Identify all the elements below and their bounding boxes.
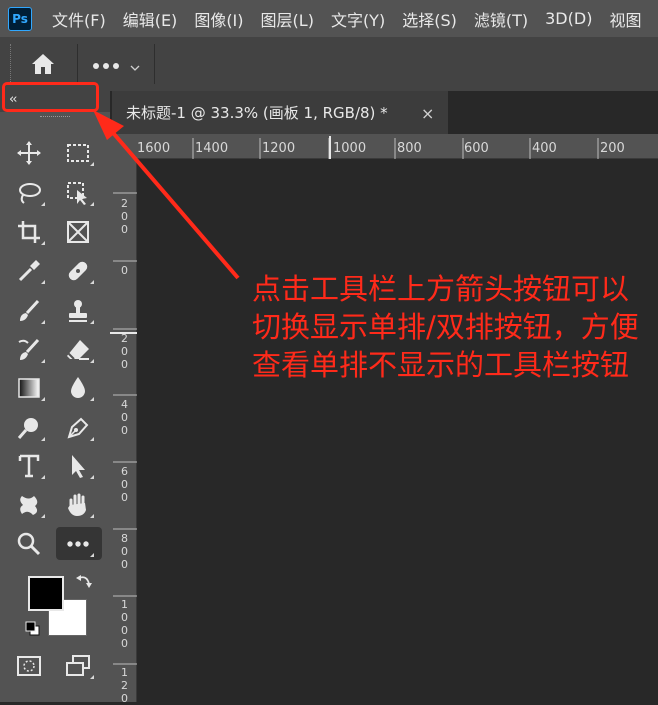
move-icon[interactable] xyxy=(13,138,45,168)
annotation-highlight-box xyxy=(2,82,99,112)
menu-layer[interactable]: 图层(L) xyxy=(261,7,314,31)
options-bar-grip[interactable] xyxy=(10,44,13,84)
menu: 文件(F) 编辑(E) 图像(I) 图层(L) 文字(Y) 选择(S) 滤镜(T… xyxy=(52,0,641,37)
submenu-indicator xyxy=(41,202,45,206)
submenu-indicator xyxy=(90,675,94,679)
menu-type[interactable]: 文字(Y) xyxy=(331,7,385,31)
options-divider xyxy=(154,44,155,84)
lasso-icon[interactable] xyxy=(13,178,45,208)
screen-mode-icon[interactable] xyxy=(62,651,94,681)
submenu-indicator xyxy=(90,437,94,441)
annotation-text: 点击工具栏上方箭头按钮可以切换显示单排/双排按钮，方便查看单排不显示的工具栏按钮 xyxy=(252,272,639,382)
eyedropper-icon[interactable] xyxy=(13,256,45,286)
ruler-label: 200 xyxy=(600,141,625,156)
submenu-indicator xyxy=(41,397,45,401)
submenu-indicator xyxy=(90,514,94,518)
crop-icon[interactable] xyxy=(13,217,45,247)
ruler-label: 1200 xyxy=(262,141,296,156)
ruler-label: 800 xyxy=(397,141,422,156)
ruler-label: 400 xyxy=(118,398,131,437)
menu-3d[interactable]: 3D(D) xyxy=(545,9,592,28)
menu-select[interactable]: 选择(S) xyxy=(402,7,457,31)
ruler-label: 1400 xyxy=(195,141,229,156)
object-select-icon[interactable] xyxy=(62,178,94,208)
brush-icon[interactable] xyxy=(13,296,45,326)
dodge-icon[interactable] xyxy=(13,413,45,443)
ruler-label: 200 xyxy=(118,197,131,236)
blur-icon[interactable] xyxy=(62,373,94,403)
submenu-indicator xyxy=(90,202,94,206)
clone-stamp-icon[interactable] xyxy=(62,296,94,326)
document-tab-title[interactable]: 未标题-1 @ 33.3% (画板 1, RGB/8) * xyxy=(126,102,388,123)
ruler-label: 800 xyxy=(118,532,131,571)
photoshop-logo: Ps xyxy=(8,7,32,31)
ruler-label: 1000 xyxy=(333,141,367,156)
submenu-indicator xyxy=(90,359,94,363)
foreground-color-swatch[interactable] xyxy=(28,576,64,611)
pen-icon[interactable] xyxy=(62,413,94,443)
ruler-label: 200 xyxy=(118,332,131,371)
close-icon[interactable]: × xyxy=(421,104,434,123)
canvas-area[interactable] xyxy=(137,159,658,702)
more-tools-icon[interactable] xyxy=(62,529,94,559)
tool-panel-grip[interactable] xyxy=(40,116,70,119)
frame-icon[interactable] xyxy=(62,217,94,247)
marquee-icon[interactable] xyxy=(62,138,94,168)
submenu-indicator xyxy=(41,280,45,284)
type-icon[interactable] xyxy=(13,451,45,481)
submenu-indicator xyxy=(41,359,45,363)
submenu-indicator xyxy=(41,514,45,518)
menu-file[interactable]: 文件(F) xyxy=(52,7,106,31)
submenu-indicator xyxy=(90,162,94,166)
options-divider xyxy=(77,44,78,84)
path-select-icon[interactable] xyxy=(62,451,94,481)
ruler-corner xyxy=(110,134,137,159)
chevron-down-icon[interactable] xyxy=(130,58,140,71)
submenu-indicator xyxy=(90,280,94,284)
menu-filter[interactable]: 滤镜(T) xyxy=(474,7,528,31)
more-horizontal-icon[interactable] xyxy=(92,57,122,69)
menu-image[interactable]: 图像(I) xyxy=(194,7,243,31)
swap-colors-icon[interactable] xyxy=(75,572,93,590)
gradient-icon[interactable] xyxy=(13,373,45,403)
ruler-label: 1000 xyxy=(118,598,131,650)
ruler-label: 600 xyxy=(118,465,131,504)
submenu-indicator xyxy=(41,437,45,441)
default-colors-icon[interactable] xyxy=(25,621,41,637)
submenu-indicator xyxy=(41,241,45,245)
ruler-label: 0 xyxy=(118,264,131,277)
ruler-label: 1600 xyxy=(137,141,171,156)
ruler-label: 400 xyxy=(532,141,557,156)
eraser-icon[interactable] xyxy=(62,335,94,365)
home-icon[interactable] xyxy=(30,52,56,76)
hand-icon[interactable] xyxy=(62,490,94,520)
ruler-label: 600 xyxy=(464,141,489,156)
quick-mask-icon[interactable] xyxy=(13,651,45,681)
submenu-indicator xyxy=(90,320,94,324)
submenu-indicator xyxy=(90,475,94,479)
menu-view[interactable]: 视图 xyxy=(609,7,641,31)
submenu-indicator xyxy=(41,475,45,479)
shape-icon[interactable] xyxy=(13,490,45,520)
healing-brush-icon[interactable] xyxy=(62,256,94,286)
submenu-indicator xyxy=(41,320,45,324)
menu-edit[interactable]: 编辑(E) xyxy=(123,7,178,31)
ruler-label: 120 xyxy=(118,666,131,705)
submenu-indicator xyxy=(90,397,94,401)
zoom-icon[interactable] xyxy=(13,529,45,559)
history-brush-icon[interactable] xyxy=(13,335,45,365)
submenu-indicator xyxy=(90,553,94,557)
